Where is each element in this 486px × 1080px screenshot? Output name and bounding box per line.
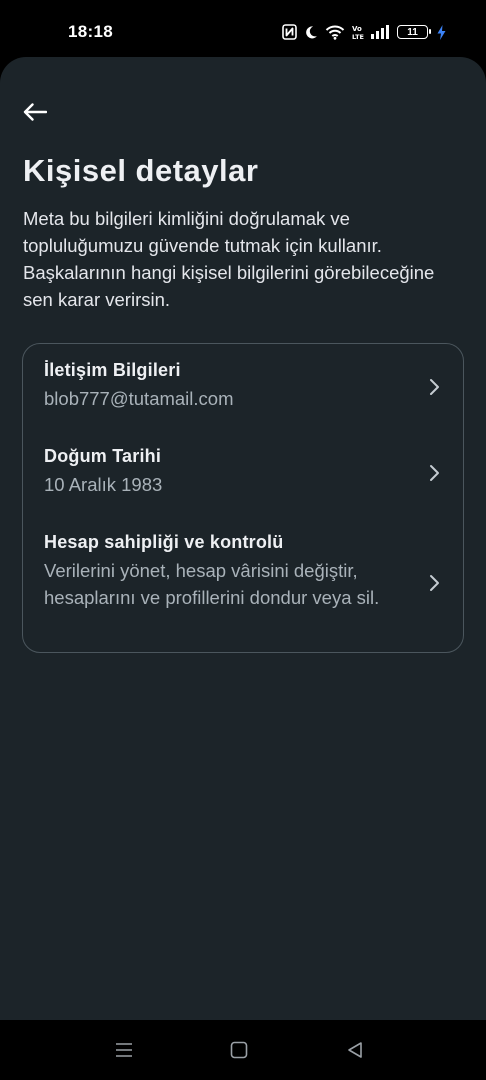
status-time: 18:18 bbox=[68, 22, 113, 41]
account-ownership-title: Hesap sahipliği ve kontrolü bbox=[44, 532, 284, 552]
chevron-right-icon bbox=[430, 575, 439, 591]
chevron-right-icon bbox=[430, 379, 439, 395]
moon-icon bbox=[304, 25, 318, 40]
settings-card: İletişim Bilgileri blob777@tutamail.com … bbox=[22, 343, 464, 653]
contact-info-value: blob777@tutamail.com bbox=[44, 388, 234, 409]
contact-info-item[interactable]: İletişim Bilgileri blob777@tutamail.com bbox=[23, 344, 463, 430]
arrow-left-icon bbox=[23, 102, 48, 126]
status-icons: Vo LTE 11 bbox=[282, 21, 446, 43]
birth-date-item[interactable]: Doğum Tarihi 10 Aralık 1983 bbox=[23, 430, 463, 516]
status-bar: 18:18 Vo LTE 11 bbox=[0, 0, 486, 62]
chevron-right-icon bbox=[430, 465, 439, 481]
back-nav-button[interactable] bbox=[344, 1040, 366, 1060]
svg-text:LTE: LTE bbox=[352, 33, 364, 40]
personal-details-screen: Kişisel detaylar Meta bu bilgileri kimli… bbox=[0, 57, 486, 1020]
back-button[interactable] bbox=[20, 101, 50, 127]
home-button[interactable] bbox=[228, 1040, 250, 1060]
menu-icon bbox=[116, 1043, 132, 1057]
charging-icon bbox=[437, 24, 446, 40]
recent-apps-button[interactable] bbox=[113, 1040, 135, 1060]
account-ownership-item[interactable]: Hesap sahipliği ve kontrolü Verilerini y… bbox=[23, 516, 463, 652]
birth-date-value: 10 Aralık 1983 bbox=[44, 474, 163, 495]
contact-info-title: İletişim Bilgileri bbox=[44, 360, 181, 380]
battery-icon: 11 bbox=[397, 25, 431, 39]
signal-icon bbox=[371, 25, 390, 39]
wifi-icon bbox=[325, 25, 345, 40]
nfc-icon bbox=[282, 24, 297, 40]
back-triangle-icon bbox=[348, 1042, 362, 1058]
home-square-icon bbox=[230, 1041, 248, 1059]
birth-date-title: Doğum Tarihi bbox=[44, 446, 162, 466]
svg-text:Vo: Vo bbox=[352, 25, 362, 33]
system-nav-bar bbox=[0, 1020, 486, 1080]
page-description: Meta bu bilgileri kimliğini doğrulamak v… bbox=[23, 208, 435, 310]
page-title: Kişisel detaylar bbox=[23, 153, 259, 188]
account-ownership-description: Verilerini yönet, hesap vârisini değişti… bbox=[44, 560, 380, 608]
volte-icon: Vo LTE bbox=[352, 24, 364, 40]
